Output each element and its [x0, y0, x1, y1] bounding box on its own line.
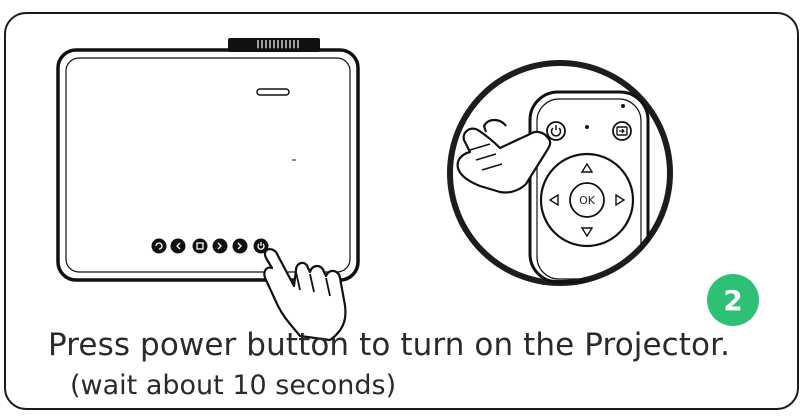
wait-note: (wait about 10 seconds): [70, 370, 397, 401]
step-badge: 2: [707, 274, 759, 326]
instruction-text: Press power button to turn on the Projec…: [48, 327, 731, 363]
ok-label: OK: [579, 194, 596, 207]
remote-control-icon: OK: [447, 60, 673, 286]
projector-icon: [56, 38, 360, 282]
